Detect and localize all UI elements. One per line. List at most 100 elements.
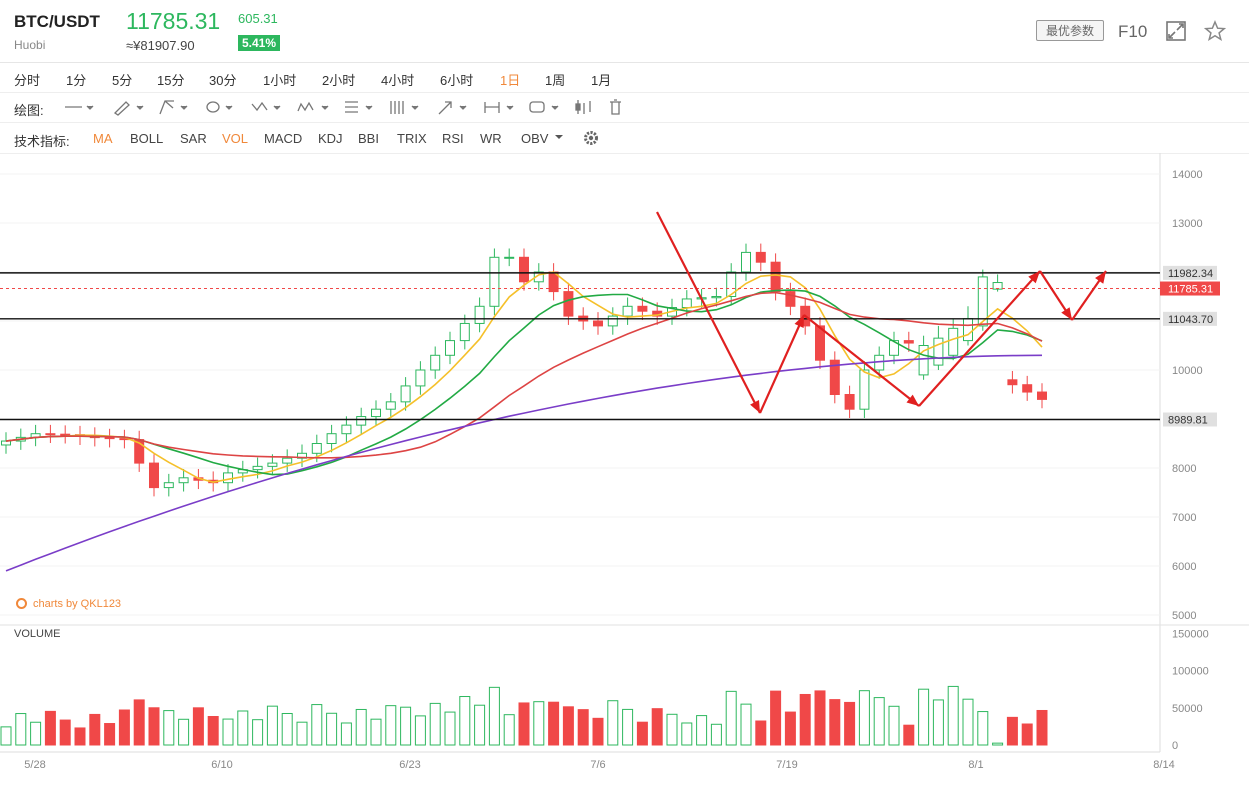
candle[interactable] [607,315,618,327]
candle[interactable] [963,318,973,342]
timeframe-2[interactable]: 5分 [112,70,132,89]
volume-bar[interactable] [1006,716,1018,746]
line-tool-icon[interactable] [65,105,94,110]
volume-bar[interactable] [740,703,752,746]
volume-bar[interactable] [607,700,619,746]
candle[interactable] [149,462,159,489]
volume-bar[interactable] [281,712,293,746]
volume-bar[interactable] [992,742,1004,746]
volume-bar[interactable] [784,711,796,746]
candle[interactable] [1037,391,1047,400]
candle[interactable] [859,369,870,410]
text-tool-icon[interactable] [529,101,559,113]
f10-button[interactable]: F10 [1118,22,1147,42]
indicator-vol[interactable]: VOL [222,131,248,146]
candle[interactable] [1022,384,1033,393]
volume-bar[interactable] [770,690,782,746]
candle[interactable] [223,472,233,484]
candle[interactable] [563,291,574,317]
candle[interactable] [60,433,71,436]
annotation-arrow-up-1[interactable] [758,314,806,414]
candle[interactable] [163,482,174,489]
timeframe-6[interactable]: 2小时 [322,70,355,89]
timeframe-3[interactable]: 15分 [157,70,184,89]
channel-tool-icon[interactable] [390,101,419,114]
volume-bar[interactable] [459,696,471,746]
indicator-macd[interactable]: MACD [264,131,302,146]
candle[interactable] [430,354,441,371]
candle[interactable] [622,305,633,317]
volume-bar[interactable] [104,723,116,746]
candle[interactable] [1007,379,1018,386]
volume-bar[interactable] [89,713,101,746]
volume-bar[interactable] [400,706,412,746]
timeframe-11[interactable]: 1月 [591,70,611,89]
candle-tool-icon[interactable] [575,100,591,114]
volume-bar[interactable] [237,710,249,746]
volume-bar[interactable] [518,702,530,746]
volume-bar[interactable] [755,720,767,746]
volume-bar[interactable] [15,713,27,746]
volume-bar[interactable] [548,701,560,746]
candle[interactable] [400,385,411,403]
volume-bar[interactable] [429,702,441,746]
candle[interactable] [844,394,855,410]
volume-bar[interactable] [503,714,515,746]
candle[interactable] [637,305,648,312]
volume-bar[interactable] [829,699,841,746]
candle[interactable] [104,437,115,440]
indicator-trix[interactable]: TRIX [397,131,427,146]
volume-bar[interactable] [163,710,175,746]
indicator-boll[interactable]: BOLL [130,131,163,146]
candle[interactable] [504,256,515,259]
volume-bar[interactable] [533,701,545,746]
candle[interactable] [489,256,500,307]
volume-bar[interactable] [932,699,944,746]
volume-bar[interactable] [873,697,885,746]
indicator-rsi[interactable]: RSI [442,131,464,146]
volume-bar[interactable] [888,705,900,746]
obv-dropdown-icon[interactable] [554,134,564,142]
indicator-obv[interactable]: OBV [521,131,548,146]
volume-bar[interactable] [385,705,397,746]
candle[interactable] [681,298,692,309]
pattern-tool-icon[interactable] [297,101,329,112]
candle[interactable] [593,320,603,327]
volume-bar[interactable] [488,686,500,746]
volume-bar[interactable] [918,688,930,746]
timeframe-8[interactable]: 6小时 [440,70,473,89]
candle[interactable] [311,443,322,454]
candle[interactable] [252,465,263,471]
timeframe-10[interactable]: 1周 [545,70,565,89]
volume-bar[interactable] [222,718,234,746]
volume-bar[interactable] [340,722,352,746]
indicator-wr[interactable]: WR [480,131,502,146]
timeframe-9[interactable]: 1日 [500,70,520,89]
candle[interactable] [385,401,396,410]
volume-bar[interactable] [1036,709,1048,746]
volume-bar[interactable] [118,709,130,746]
indicator-kdj[interactable]: KDJ [318,131,343,146]
indicator-sar[interactable]: SAR [180,131,207,146]
price-chart[interactable]: 1400013000120001100010000900080007000600… [0,153,1249,786]
candle[interactable] [356,416,367,426]
arrow-tool-icon[interactable] [438,101,467,115]
timeframe-0[interactable]: 分时 [14,70,40,89]
candle[interactable] [519,256,529,283]
ellipse-tool-icon[interactable] [206,101,233,113]
volume-bar[interactable] [370,718,382,746]
volume-bar[interactable] [681,722,693,746]
candle[interactable] [445,340,455,356]
candle[interactable] [178,477,189,484]
gear-icon[interactable] [582,129,600,147]
volume-bar[interactable] [311,704,323,746]
candle[interactable] [903,340,914,344]
star-icon[interactable] [1204,20,1226,42]
volume-bar[interactable] [592,717,604,746]
volume-bar[interactable] [178,718,190,746]
candle[interactable] [45,433,56,436]
volume-bar[interactable] [636,721,648,746]
volume-bar[interactable] [858,690,870,746]
timeframe-4[interactable]: 30分 [209,70,236,89]
timeframe-1[interactable]: 1分 [66,70,86,89]
